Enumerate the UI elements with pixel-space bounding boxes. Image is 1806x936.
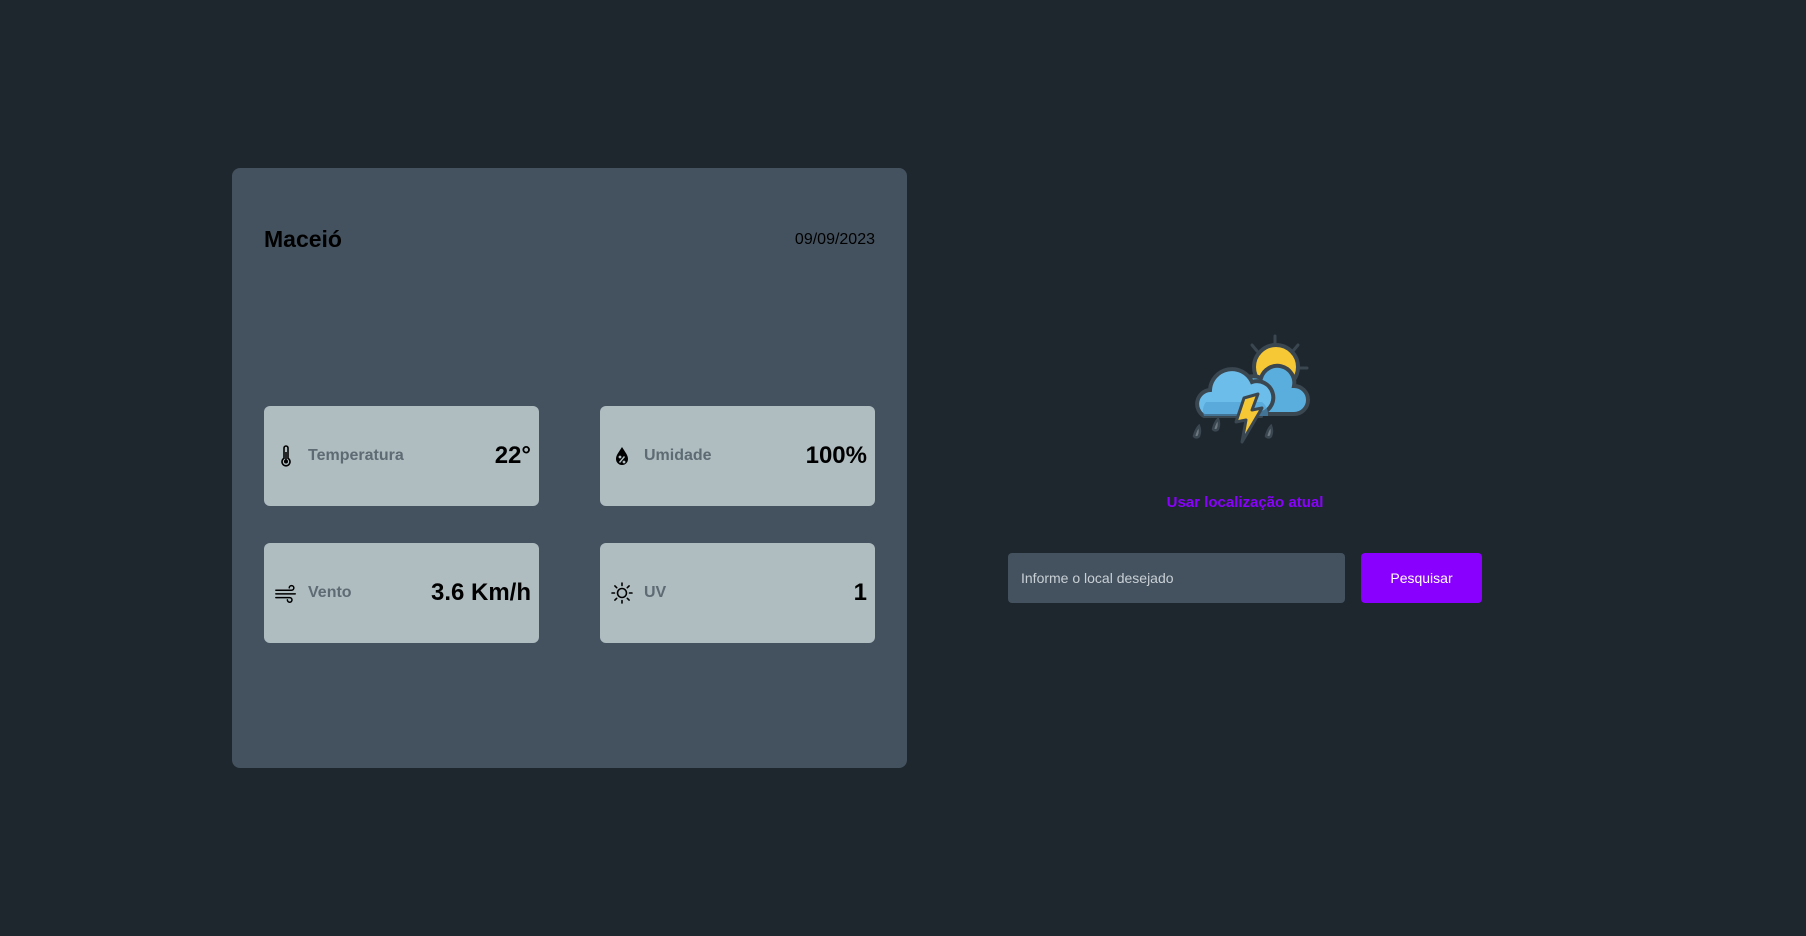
current-date: 09/09/2023 [794, 230, 875, 248]
wind-icon [274, 581, 298, 605]
humidity-drop-icon [610, 444, 634, 468]
temperature-label: Temperatura [308, 447, 404, 464]
search-button[interactable]: Pesquisar [1361, 553, 1482, 603]
uv-tile: UV 1 [600, 543, 875, 643]
temperature-tile: Temperatura 22° [264, 406, 539, 506]
thunderstorm-rain-sun-icon [1182, 330, 1312, 460]
wind-label: Vento [308, 584, 352, 601]
temperature-value: 22° [494, 442, 531, 469]
wind-value: 3.6 Km/h [430, 579, 531, 606]
page: Maceió 09/09/2023 Temperatura 22° Umidad… [0, 0, 1806, 936]
use-current-location-link[interactable]: Usar localização atual [1008, 494, 1482, 511]
wind-tile: Vento 3.6 Km/h [264, 543, 539, 643]
humidity-label: Umidade [644, 447, 712, 464]
uv-value: 1 [853, 579, 867, 606]
thermometer-icon [274, 444, 298, 468]
sun-icon [610, 581, 634, 605]
weather-card: Maceió 09/09/2023 Temperatura 22° Umidad… [232, 168, 907, 768]
city-name: Maceió [264, 226, 342, 252]
humidity-tile: Umidade 100% [600, 406, 875, 506]
humidity-value: 100% [805, 442, 867, 469]
location-search-input[interactable] [1008, 553, 1345, 603]
card-header: Maceió 09/09/2023 [264, 226, 875, 253]
uv-label: UV [644, 584, 667, 601]
